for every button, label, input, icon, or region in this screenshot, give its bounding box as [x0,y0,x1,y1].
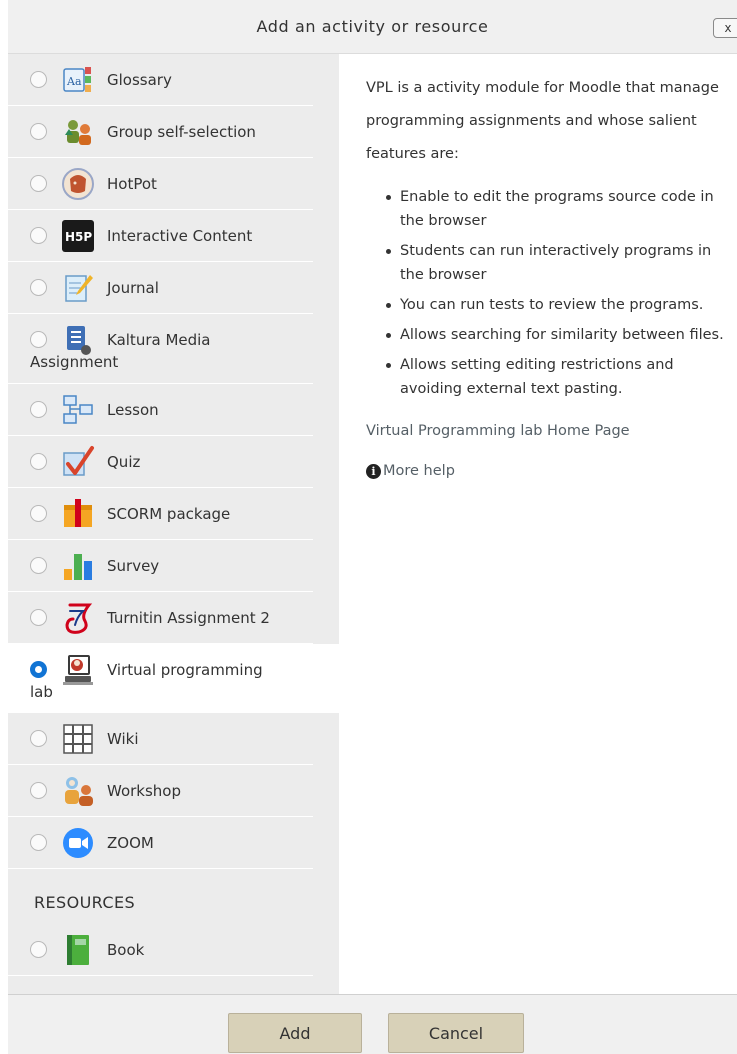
module-radio[interactable] [30,834,47,851]
more-help-link[interactable]: i More help [366,463,726,479]
module-radio[interactable] [30,401,47,418]
module-label: Turnitin Assignment 2 [107,608,270,627]
module-label: Quiz [107,452,141,471]
svg-text:Aa: Aa [66,75,82,88]
module-option[interactable]: Quiz [8,436,313,488]
module-label: Lesson [107,400,159,419]
module-radio[interactable] [30,557,47,574]
module-chooser-list: Aa Glossary Group self-selection HotPot H5P I… [8,54,339,994]
module-option[interactable]: Workshop [8,765,313,817]
module-label: Glossary [107,70,172,89]
feature-item: Students can run interactively programs … [366,239,726,287]
survey-icon [61,549,95,583]
turnitin-icon [61,601,95,635]
module-label: Virtual programming [107,660,263,679]
more-help-label: More help [383,463,455,479]
module-option[interactable]: Survey [8,540,313,592]
journal-icon [61,271,95,305]
module-label: Workshop [107,781,182,800]
module-option[interactable]: Wiki [8,713,313,765]
svg-text:H5P: H5P [65,230,92,244]
dialog-header: Add an activity or resource x [8,0,737,54]
book-icon [61,933,95,967]
wiki-icon [61,722,95,756]
add-button[interactable]: Add [228,1013,362,1053]
module-label: HotPot [107,174,157,193]
module-radio[interactable] [30,71,47,88]
module-label: Interactive Content [107,226,253,245]
module-radio[interactable] [30,331,47,348]
module-option[interactable]: Turnitin Assignment 2 [8,592,313,644]
module-label: Survey [107,556,160,575]
feature-item: You can run tests to review the programs… [366,293,726,317]
vpl-icon [61,653,95,687]
module-radio[interactable] [30,941,47,958]
module-label-continued: lab [30,683,53,701]
module-option[interactable]: Aa Glossary [8,54,313,106]
resources-heading: RESOURCES [34,893,136,912]
module-label: Group self-selection [107,122,256,141]
quiz-icon [61,445,95,479]
module-option[interactable]: ZOOM [8,817,313,869]
resource-list: Book [8,924,339,976]
module-label-continued: Assignment [30,353,119,371]
kaltura-icon [61,323,95,357]
help-panel: VPL is a activity module for Moodle that… [366,72,726,479]
module-label: Journal [107,278,159,297]
module-label: Book [107,940,145,959]
module-radio[interactable] [30,505,47,522]
info-icon: i [366,463,381,479]
hotpot-icon [61,167,95,201]
lesson-icon [61,393,95,427]
glossary-icon: Aa [61,63,95,97]
dialog-footer: Add Cancel [8,994,737,1054]
activity-list: Aa Glossary Group self-selection HotPot H5P I… [8,54,339,869]
module-radio[interactable] [30,175,47,192]
workshop-icon [61,774,95,808]
module-label: ZOOM [107,833,154,852]
module-label: Kaltura Media [107,330,211,349]
module-option[interactable]: Book [8,924,313,976]
module-option[interactable]: Group self-selection [8,106,313,158]
scorm-icon [61,497,95,531]
module-label: Wiki [107,729,139,748]
feature-item: Enable to edit the programs source code … [366,185,726,233]
module-option[interactable]: Kaltura Media Assignment [8,314,313,384]
module-radio[interactable] [30,609,47,626]
module-radio[interactable] [30,123,47,140]
module-option[interactable]: Lesson [8,384,313,436]
module-radio[interactable] [30,453,47,470]
cancel-button[interactable]: Cancel [388,1013,524,1053]
close-button[interactable]: x [713,18,737,38]
module-option[interactable]: H5P Interactive Content [8,210,313,262]
zoom-icon [61,826,95,860]
module-radio[interactable] [30,279,47,296]
module-radio[interactable] [30,730,47,747]
module-label: SCORM package [107,504,231,523]
module-option[interactable]: SCORM package [8,488,313,540]
module-option[interactable]: HotPot [8,158,313,210]
h5p-icon: H5P [61,219,95,253]
feature-list: Enable to edit the programs source code … [366,185,726,401]
module-radio[interactable] [30,227,47,244]
home-page-link[interactable]: Virtual Programming lab Home Page [366,423,726,439]
feature-item: Allows setting editing restrictions and … [366,353,726,401]
module-option[interactable]: Virtual programming lab [8,644,339,713]
group-self-selection-icon [61,115,95,149]
module-radio[interactable] [30,782,47,799]
dialog-title: Add an activity or resource [256,17,489,36]
module-option[interactable]: Journal [8,262,313,314]
module-radio[interactable] [30,661,47,678]
help-intro: VPL is a activity module for Moodle that… [366,80,719,162]
feature-item: Allows searching for similarity between … [366,323,726,347]
